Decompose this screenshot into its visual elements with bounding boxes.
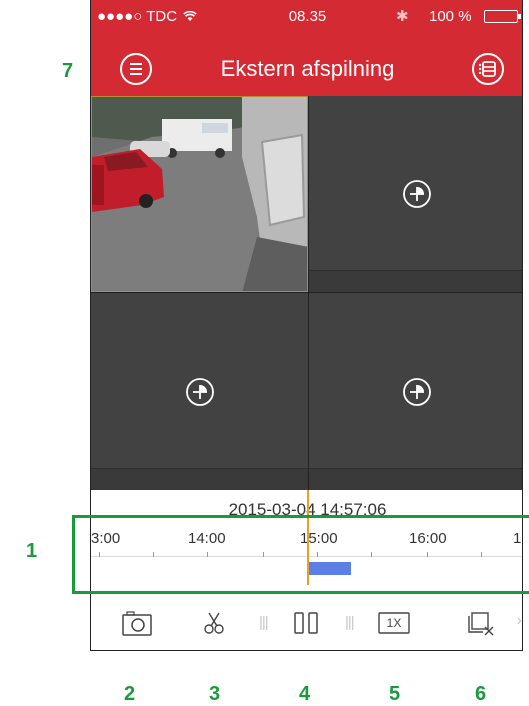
toolbar-separator: ||| xyxy=(259,614,269,631)
timeline-highlight-box xyxy=(72,515,529,594)
video-window-2[interactable] xyxy=(309,96,522,292)
scissors-icon xyxy=(204,612,224,634)
clip-button[interactable] xyxy=(195,605,231,641)
camera-icon xyxy=(122,611,152,636)
video-window-4[interactable] xyxy=(309,293,522,490)
callout-4: 4 xyxy=(299,683,311,705)
callout-5: 5 xyxy=(389,683,401,705)
callout-6: 6 xyxy=(475,683,487,705)
speed-button[interactable]: 1X xyxy=(376,605,412,641)
bluetooth-icon: ✱ xyxy=(396,8,409,25)
pause-button[interactable] xyxy=(288,605,324,641)
status-bar: ●●●●○ TDC 08.35 ✱ 100 % xyxy=(91,0,522,30)
callout-3: 3 xyxy=(209,683,221,705)
speed-label: 1X xyxy=(386,616,402,630)
close-window-icon xyxy=(468,612,494,636)
callout-1: 1 xyxy=(26,540,38,562)
callout-2: 2 xyxy=(124,683,136,705)
battery-icon xyxy=(484,10,521,23)
app-header: ●●●●○ TDC 08.35 ✱ 100 % Ekstern afspilni… xyxy=(91,0,522,96)
add-camera-icon xyxy=(402,180,431,208)
close-window-button[interactable] xyxy=(463,605,499,641)
add-camera-icon xyxy=(402,377,431,406)
callout-7: 7 xyxy=(62,60,74,82)
battery-percent: 100 % xyxy=(429,8,472,25)
window-strip xyxy=(309,270,522,292)
device-list-button[interactable] xyxy=(472,53,504,85)
toolbar-separator: ||| xyxy=(345,614,355,631)
device-list-icon xyxy=(478,61,496,77)
page-title: Ekstern afspilning xyxy=(220,56,395,81)
video-grid xyxy=(91,96,522,490)
window-strip xyxy=(309,468,522,490)
window-strip xyxy=(91,468,308,490)
camera-feed-image xyxy=(92,97,307,291)
more-arrow-icon[interactable]: › xyxy=(517,612,522,630)
video-window-1[interactable] xyxy=(91,96,308,292)
add-camera-icon xyxy=(185,377,214,406)
video-window-3[interactable] xyxy=(91,293,308,490)
pause-icon xyxy=(294,612,318,634)
playback-toolbar: ||| ||| 1X › xyxy=(91,593,522,650)
snapshot-button[interactable] xyxy=(119,605,155,641)
